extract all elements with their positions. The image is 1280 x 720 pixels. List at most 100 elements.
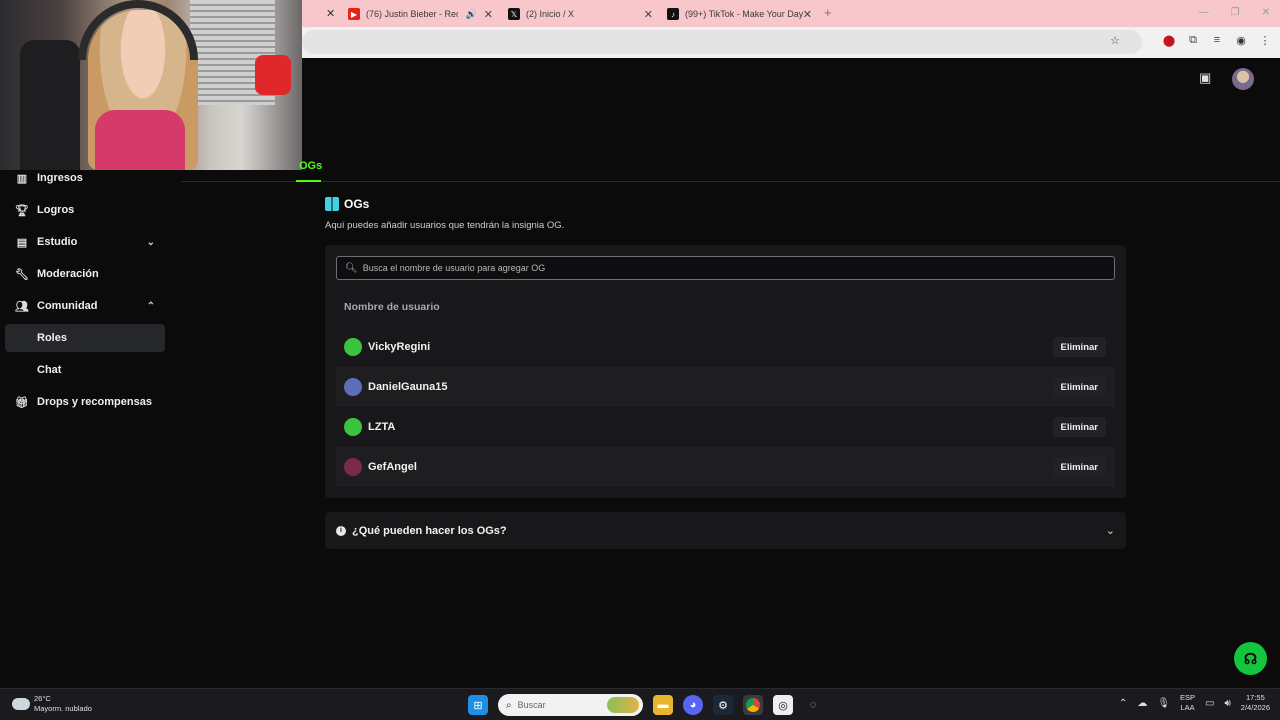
sidebar-item-chat[interactable]: Chat: [5, 356, 165, 384]
minimize-icon[interactable]: —: [1199, 7, 1209, 18]
sidebar-item-label: Moderación: [37, 268, 99, 280]
bookmark-star-icon[interactable]: ☆: [1108, 33, 1122, 47]
username[interactable]: DanielGauna15: [368, 381, 447, 393]
obs-app-icon[interactable]: ◎: [773, 695, 793, 715]
maximize-icon[interactable]: ❐: [1231, 7, 1240, 18]
og-users-card: 🔍︎ Nombre de usuario VickyRegini Elimina…: [325, 245, 1126, 498]
youtube-icon: ▶: [348, 8, 360, 20]
speaker-icon[interactable]: 🔊︎: [1224, 698, 1230, 709]
sidebar-item-label: Chat: [37, 364, 62, 376]
table-row: VickyRegini Eliminar: [336, 327, 1115, 367]
headset-icon: ☊: [1243, 650, 1258, 668]
weather-widget[interactable]: 26°C Mayorm. nublado: [12, 694, 92, 714]
username[interactable]: GefAngel: [368, 461, 417, 473]
close-window-icon[interactable]: ✕: [1262, 7, 1270, 18]
cloud-sync-icon[interactable]: ☁: [1137, 698, 1147, 709]
trophy-icon: 🏆︎: [15, 204, 29, 217]
sidebar-item-label: Comunidad: [37, 300, 98, 312]
info-icon: i: [336, 525, 346, 536]
chevron-up-icon[interactable]: ⌃: [1119, 698, 1127, 709]
x-icon: 𝕏: [508, 8, 520, 20]
username[interactable]: VickyRegini: [368, 341, 430, 353]
language-indicator[interactable]: ESP LAA: [1180, 693, 1195, 713]
address-bar[interactable]: [302, 30, 1142, 54]
help-chat-button[interactable]: ☊: [1234, 642, 1267, 675]
tab-tiktok[interactable]: ♪ (99+) TikTok - Make Your Day ✕: [667, 3, 812, 25]
taskbar-apps: ⊞ ⌕ Buscar ▬ ◕ ⚙ ◎ ◌: [468, 694, 823, 716]
remove-button[interactable]: Eliminar: [1052, 457, 1106, 477]
new-tab-button[interactable]: +: [824, 5, 832, 20]
close-tab-icon[interactable]: ✕: [326, 7, 335, 20]
community-icon: 👥︎: [15, 300, 29, 313]
monitor-icon[interactable]: ▭: [1205, 698, 1214, 709]
sidebar-item-label: Roles: [37, 332, 67, 344]
time: 17:55: [1246, 693, 1265, 702]
keyboard-layout: LAA: [1180, 703, 1195, 712]
taskbar-search[interactable]: ⌕ Buscar: [498, 694, 643, 716]
speaker-icon[interactable]: 🔊: [466, 9, 477, 20]
sidebar-item-ingresos[interactable]: ▥ Ingresos: [5, 164, 165, 192]
sidebar-item-moderacion[interactable]: 🔧︎ Moderación: [5, 260, 165, 288]
avatar: [344, 418, 362, 436]
tab-title: (76) Justin Bieber - Recovery: [366, 9, 458, 19]
sidebar-item-label: Drops y recompensas: [37, 396, 152, 408]
sidebar-item-drops[interactable]: 🎁︎ Drops y recompensas: [5, 388, 165, 416]
weather-temp: 26°C: [34, 694, 51, 703]
tab-ogs[interactable]: OGs: [299, 160, 322, 172]
search-input[interactable]: [362, 263, 1063, 273]
file-explorer-icon[interactable]: ▬: [653, 695, 673, 715]
wallet-icon[interactable]: ▣: [1199, 70, 1211, 86]
sidebar-item-label: Logros: [37, 204, 75, 216]
og-section-header: OGs: [325, 197, 369, 211]
remove-button[interactable]: Eliminar: [1052, 417, 1106, 437]
window-controls: — ❐ ✕: [1199, 7, 1270, 18]
table-row: DanielGauna15 Eliminar: [336, 367, 1115, 407]
microphone-icon[interactable]: 🎙︎: [1157, 698, 1170, 709]
tab-youtube[interactable]: ▶ (76) Justin Bieber - Recovery 🔊 ✕: [348, 3, 493, 25]
language-code: ESP: [1180, 693, 1196, 702]
username[interactable]: LZTA: [368, 421, 395, 433]
sidebar-item-comunidad[interactable]: 👥︎ Comunidad ⌃: [5, 292, 165, 320]
system-tray: ⌃ ☁ 🎙︎ ESP LAA ▭ 🔊︎ 17:55 2/4/2026: [1119, 693, 1270, 713]
avatar[interactable]: [1232, 68, 1254, 90]
discord-icon[interactable]: ◕: [683, 695, 703, 715]
page-title: OGs: [344, 197, 370, 211]
steam-icon[interactable]: ⚙: [713, 695, 733, 715]
webcam-overlay: [0, 0, 302, 170]
faq-accordion[interactable]: i ¿Qué pueden hacer los OGs? ⌄: [325, 512, 1126, 549]
remove-button[interactable]: Eliminar: [1052, 377, 1106, 397]
avatar: [344, 378, 362, 396]
tab-x[interactable]: 𝕏 (2) Inicio / X ✕: [508, 3, 653, 25]
media-controls-icon[interactable]: ≡: [1210, 33, 1224, 47]
remove-button[interactable]: Eliminar: [1052, 337, 1106, 357]
weather-desc: Mayorm. nublado: [34, 704, 92, 713]
close-tab-icon[interactable]: ✕: [803, 8, 812, 21]
extension-red-icon[interactable]: ⬤: [1162, 33, 1176, 47]
toolbar-icons: ☆ ⬤ ⧉ ≡ ◉ ⋮: [1108, 33, 1272, 47]
close-tab-icon[interactable]: ✕: [644, 8, 653, 21]
chevron-down-icon: ⌄: [146, 236, 155, 248]
windows-start-icon[interactable]: ⊞: [468, 695, 488, 715]
sidebar-item-logros[interactable]: 🏆︎ Logros: [5, 196, 165, 224]
close-tab-icon[interactable]: ✕: [484, 8, 493, 21]
taskbar-search-label: Buscar: [517, 700, 546, 710]
tiktok-icon: ♪: [667, 8, 679, 20]
sidebar-item-roles[interactable]: Roles: [5, 324, 165, 352]
profile-icon[interactable]: ◉: [1234, 33, 1248, 47]
clock[interactable]: 17:55 2/4/2026: [1241, 693, 1270, 713]
sidebar-item-estudio[interactable]: ▤ Estudio ⌄: [5, 228, 165, 256]
cloud-icon: [12, 698, 30, 710]
extensions-puzzle-icon[interactable]: ⧉: [1186, 33, 1200, 47]
sidebar-item-label: Ingresos: [37, 172, 83, 184]
table-row: LZTA Eliminar: [336, 407, 1115, 447]
sidebar-item-label: Estudio: [37, 236, 78, 248]
avatar: [344, 458, 362, 476]
active-tab-indicator: [296, 180, 321, 182]
og-badge-icon: [325, 197, 339, 211]
app-icon[interactable]: ◌: [803, 695, 823, 715]
date: 2/4/2026: [1240, 703, 1270, 712]
menu-kebab-icon[interactable]: ⋮: [1258, 33, 1272, 47]
search-field[interactable]: 🔍︎: [336, 256, 1115, 280]
chrome-icon[interactable]: [743, 695, 763, 715]
column-header-username: Nombre de usuario: [344, 301, 440, 313]
